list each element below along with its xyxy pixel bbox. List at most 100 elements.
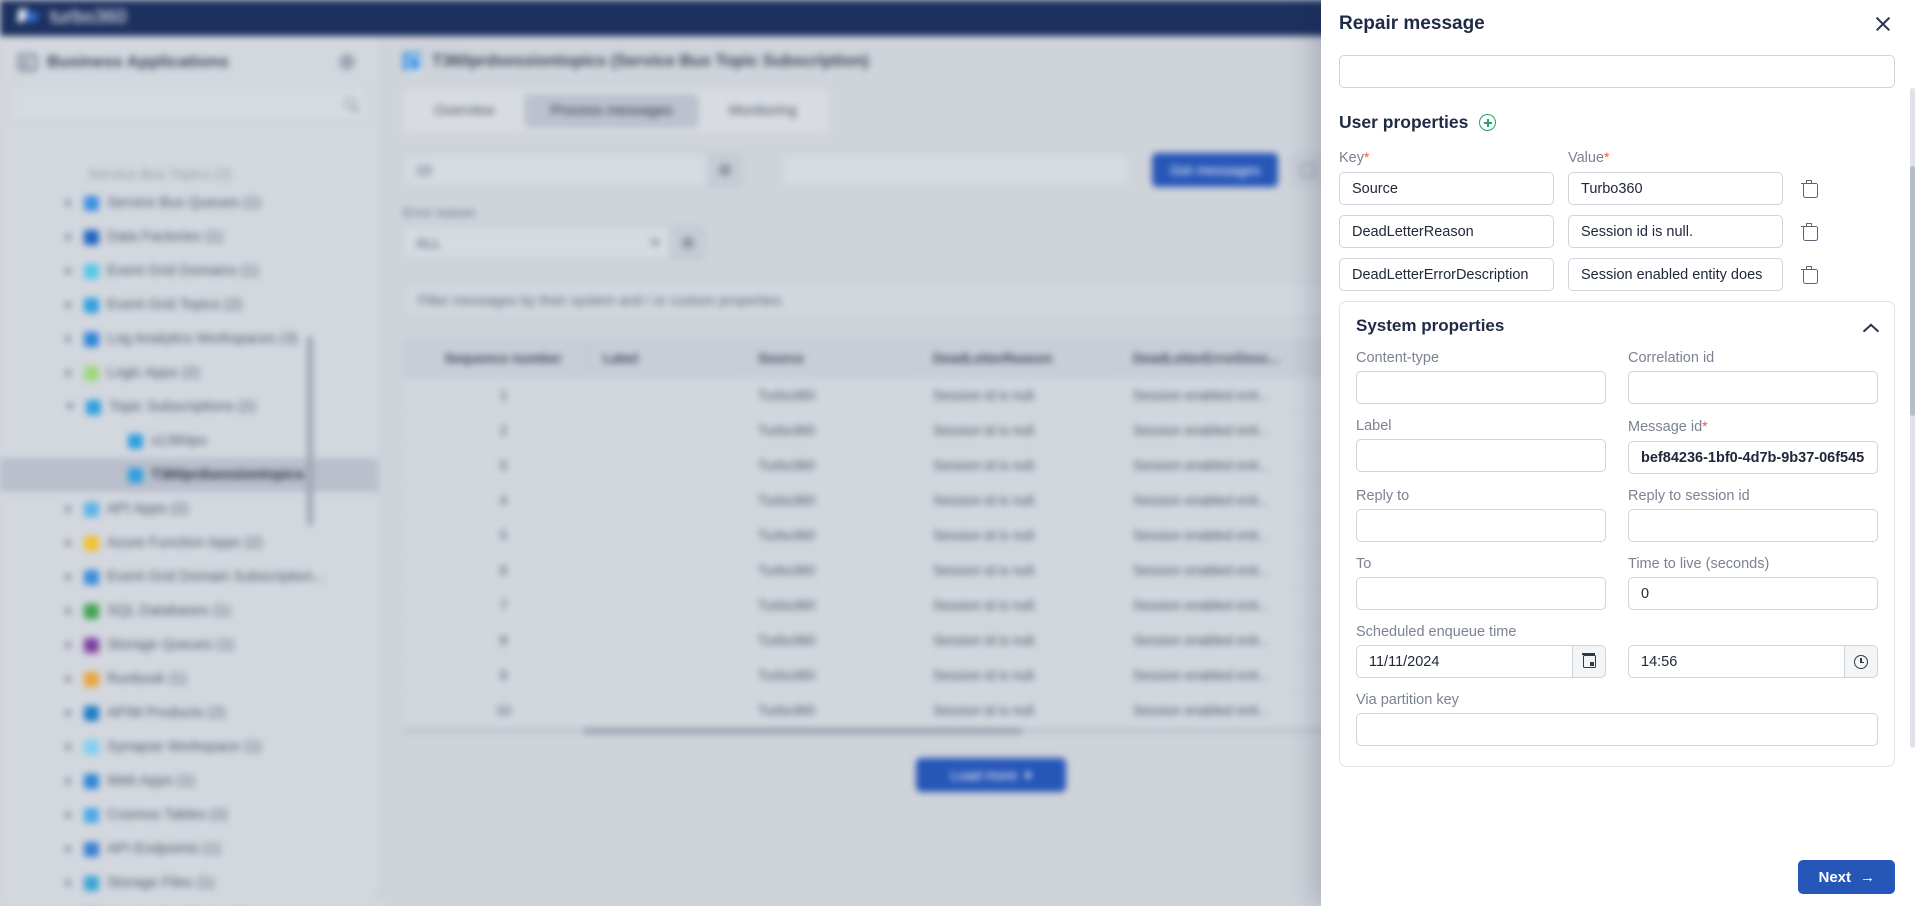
chevron-right-icon[interactable] [66, 709, 72, 717]
chevron-right-icon[interactable] [66, 505, 72, 513]
info-icon[interactable] [671, 226, 705, 260]
tab-monitoring[interactable]: Monitoring [703, 94, 823, 128]
sidebar-item-web-apps-1[interactable]: Web Apps (1) [0, 764, 378, 798]
system-properties-header[interactable]: System properties [1356, 316, 1878, 336]
scheduled-enqueue-date[interactable]: 11/11/2024 [1356, 645, 1606, 678]
message-count-field[interactable]: 10 [403, 153, 742, 187]
label-input[interactable] [1356, 439, 1606, 472]
trash-icon[interactable] [1801, 180, 1818, 198]
user-property-value-input[interactable]: Turbo360 [1568, 172, 1783, 205]
column-header-label[interactable]: Label [589, 339, 744, 377]
sidebar-item-service-bus-topics-1[interactable]: Service Bus Topics (1) [0, 900, 378, 906]
scheduled-enqueue-time-value[interactable]: 14:56 [1628, 645, 1844, 678]
sidebar-item-service-bus-queues-1[interactable]: Service Bus Queues (1) [0, 186, 378, 220]
sidebar-item-api-apps-2[interactable]: API Apps (2) [0, 492, 378, 526]
tab-overview[interactable]: Overview [408, 94, 520, 128]
correlation-id-input[interactable] [1628, 371, 1878, 404]
close-icon[interactable] [1871, 12, 1895, 36]
column-header-deadlettererrordescription[interactable]: DeadLetterErrorDesc... [1119, 339, 1334, 377]
trash-icon[interactable] [1801, 223, 1818, 241]
sequence-filter-input[interactable] [780, 153, 1130, 187]
chevron-up-icon[interactable] [1863, 319, 1878, 334]
chevron-right-icon[interactable] [66, 301, 72, 309]
chevron-down-icon[interactable] [66, 404, 74, 410]
chevron-right-icon[interactable] [66, 335, 72, 343]
tab-process-messages[interactable]: Process messages [524, 94, 699, 128]
session-id-input[interactable] [1339, 55, 1895, 88]
table-cell-label [589, 483, 744, 517]
scheduled-enqueue-time[interactable]: 14:56 [1628, 645, 1878, 678]
sidebar-item-apim-products-2[interactable]: APIM Products (2) [0, 696, 378, 730]
sidebar-item-cosmos-tables-2[interactable]: Cosmos Tables (2) [0, 798, 378, 832]
time-to-live-seconds-input[interactable]: 0 [1628, 577, 1878, 610]
message-id-input[interactable]: bef84236-1bf0-4d7b-9b37-06f545 [1628, 441, 1878, 474]
clock-icon[interactable] [1844, 645, 1878, 678]
sidebar-item-api-endpoints-1[interactable]: API Endpoints (1) [0, 832, 378, 866]
chevron-right-icon[interactable] [66, 845, 72, 853]
search-input[interactable] [10, 84, 369, 122]
sidebar-item-event-grid-domain-subscription[interactable]: Event Grid Domain Subscription... [0, 560, 378, 594]
chevron-right-icon[interactable] [66, 233, 72, 241]
chevron-right-icon[interactable] [66, 879, 72, 887]
tree-item-partial[interactable]: Service Bus Topics (2) [0, 164, 378, 186]
panel-body[interactable]: Session ID User properties Key* Value* S… [1321, 48, 1919, 848]
chevron-right-icon[interactable] [66, 607, 72, 615]
chevron-right-icon[interactable] [66, 573, 72, 581]
panel-scrollbar[interactable] [1910, 88, 1915, 748]
gear-icon[interactable] [339, 54, 355, 70]
sidebar-item-sql-databases-1[interactable]: SQL Databases (1) [0, 594, 378, 628]
column-header-deadletterreason[interactable]: DeadLetterReason [919, 339, 1119, 377]
sidebar-item-t360prdsessiontopics[interactable]: T360prdsessiontopics [0, 458, 378, 492]
sidebar-item-runbook-1[interactable]: Runbook (1) [0, 662, 378, 696]
load-more-button[interactable]: Load more ▾ [916, 758, 1066, 792]
sidebar-item-event-grid-topics-2[interactable]: Event Grid Topics (2) [0, 288, 378, 322]
sidebar-item-storage-files-1[interactable]: Storage Files (1) [0, 866, 378, 900]
column-header-source[interactable]: Source [744, 339, 919, 377]
user-property-value-input[interactable]: Session enabled entity does [1568, 258, 1783, 291]
sidebar-item-s1360po[interactable]: s1360po [0, 424, 378, 458]
sidebar-item-topic-subscriptions-2[interactable]: Topic Subscriptions (2) [0, 390, 378, 424]
sidebar-scrollbar[interactable] [307, 336, 313, 526]
user-property-key-input[interactable]: Source [1339, 172, 1554, 205]
table-view-icon[interactable] [1290, 153, 1325, 187]
value-required-asterisk: * [1604, 149, 1610, 165]
info-icon[interactable] [708, 153, 742, 187]
error-reason-select[interactable]: ALL [403, 226, 742, 260]
reply-to-input[interactable] [1356, 509, 1606, 542]
calendar-icon[interactable] [1572, 645, 1606, 678]
sidebar-item-event-grid-domains-1[interactable]: Event Grid Domains (1) [0, 254, 378, 288]
chevron-right-icon[interactable] [66, 199, 72, 207]
table-cell-label [589, 588, 744, 622]
content-type-input[interactable] [1356, 371, 1606, 404]
chevron-right-icon[interactable] [66, 641, 72, 649]
sidebar-item-storage-queues-1[interactable]: Storage Queues (1) [0, 628, 378, 662]
trash-icon[interactable] [1801, 266, 1818, 284]
column-header-sequence-number[interactable]: Sequence number [404, 339, 589, 377]
session-id-label: Session ID [1339, 48, 1895, 50]
via-partition-key-input[interactable] [1356, 713, 1878, 746]
chevron-right-icon[interactable] [66, 267, 72, 275]
user-property-key-input[interactable]: DeadLetterErrorDescription [1339, 258, 1554, 291]
get-messages-button[interactable]: Get messages [1152, 153, 1279, 187]
message-count-value[interactable]: 10 [403, 153, 708, 187]
chevron-right-icon[interactable] [66, 777, 72, 785]
chevron-right-icon[interactable] [66, 539, 72, 547]
next-button[interactable]: Next → [1798, 860, 1895, 894]
chevron-right-icon[interactable] [66, 743, 72, 751]
reply-to-session-id-input[interactable] [1628, 509, 1878, 542]
user-property-key-input[interactable]: DeadLetterReason [1339, 215, 1554, 248]
sidebar-item-log-analytics-workspaces-3[interactable]: Log Analytics Workspaces (3) [0, 322, 378, 356]
to-input[interactable] [1356, 577, 1606, 610]
sidebar-item-logic-apps-2[interactable]: Logic Apps (2) [0, 356, 378, 390]
plus-circle-icon[interactable] [1479, 114, 1497, 131]
log-analytics-icon [84, 331, 99, 347]
sidebar-item-data-factories-1[interactable]: Data Factories (1) [0, 220, 378, 254]
sidebar-item-label: Runbook (1) [107, 671, 187, 687]
user-property-value-input[interactable]: Session id is null. [1568, 215, 1783, 248]
chevron-right-icon[interactable] [66, 811, 72, 819]
chevron-right-icon[interactable] [66, 369, 72, 377]
sidebar-item-azure-function-apps-2[interactable]: Azure Function Apps (2) [0, 526, 378, 560]
sidebar-item-synapse-workspace-1[interactable]: Synapse Workspace (1) [0, 730, 378, 764]
scheduled-enqueue-date-value[interactable]: 11/11/2024 [1356, 645, 1572, 678]
chevron-right-icon[interactable] [66, 675, 72, 683]
